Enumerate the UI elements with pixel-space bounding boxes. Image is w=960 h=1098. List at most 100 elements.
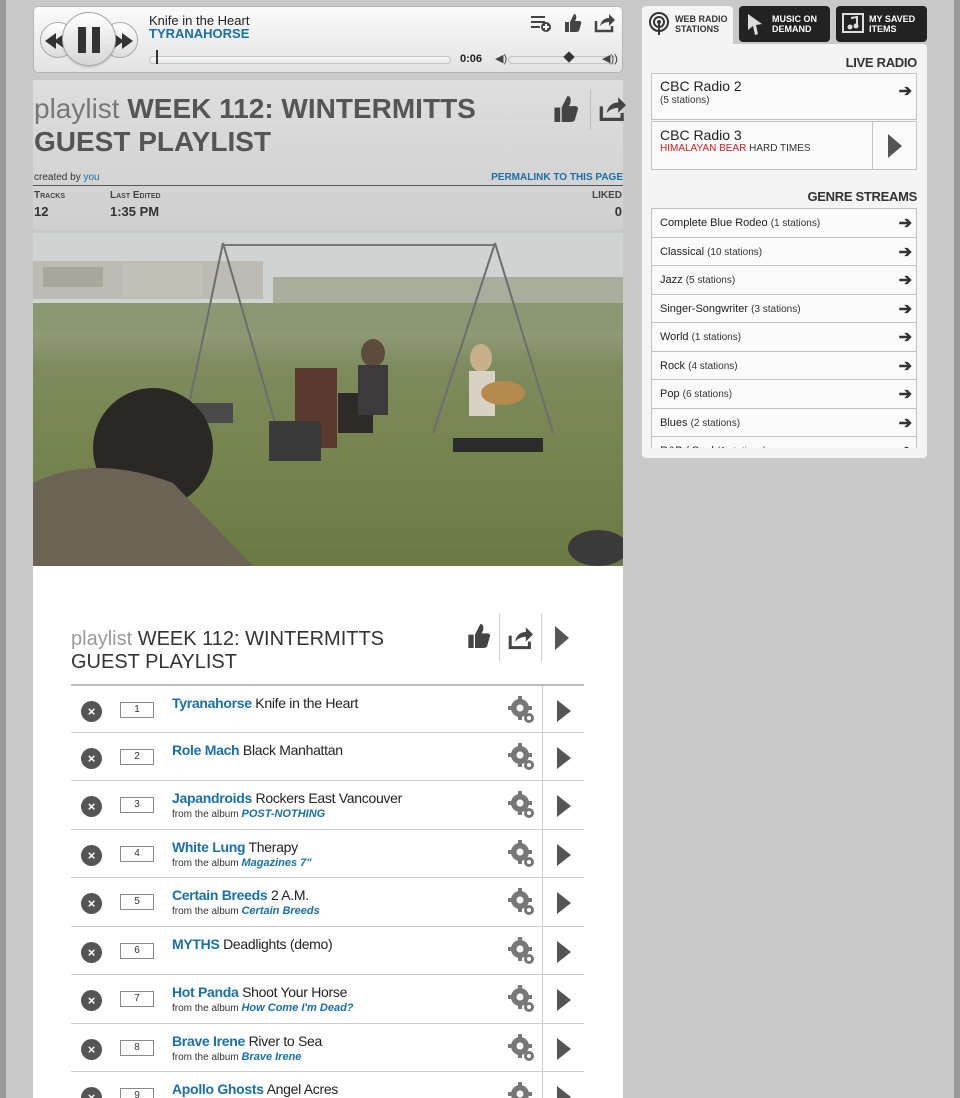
like-icon[interactable]	[467, 622, 491, 655]
arrow-right-icon[interactable]: ➔	[899, 242, 912, 262]
track-number-input[interactable]: 8	[120, 1039, 154, 1056]
track-row[interactable]: × 5 Certain Breeds 2 A.M. from the album…	[71, 878, 584, 927]
play-track-icon[interactable]	[555, 891, 573, 920]
artist-link[interactable]: Apollo Ghosts	[172, 1081, 264, 1097]
song-title[interactable]: Black Manhattan	[243, 742, 343, 758]
tab-web-radio[interactable]: WEB RADIO STATIONS	[642, 6, 733, 46]
song-title[interactable]: River to Sea	[249, 1033, 323, 1049]
station-cbc-radio-3[interactable]: CBC Radio 3 HIMALAYAN BEAR HARD TIMES	[651, 121, 917, 170]
play-track-icon[interactable]	[555, 1085, 573, 1098]
track-row[interactable]: × 3 Japandroids Rockers East Vancouver f…	[71, 781, 584, 830]
share-icon[interactable]	[598, 96, 628, 127]
artist-link[interactable]: Hot Panda	[172, 984, 239, 1000]
genre-stream-item[interactable]: Complete Blue Rodeo (1 stations) ➔	[651, 209, 917, 238]
genre-stream-item[interactable]: Singer-Songwriter (3 stations) ➔	[651, 294, 917, 323]
track-row[interactable]: × 7 Hot Panda Shoot Your Horse from the …	[71, 975, 584, 1024]
play-all-icon[interactable]	[553, 624, 571, 657]
now-playing-artist[interactable]: TYRANAHORSE	[149, 26, 249, 41]
genre-stream-item[interactable]: Jazz (5 stations) ➔	[651, 266, 917, 295]
play-track-icon[interactable]	[555, 1037, 573, 1066]
song-title[interactable]: Angel Acres	[267, 1081, 339, 1097]
track-options-gear-icon[interactable]	[508, 936, 536, 966]
remove-track-button[interactable]: ×	[81, 701, 102, 722]
genre-stream-item[interactable]: World (1 stations) ➔	[651, 323, 917, 352]
station-cbc-radio-2[interactable]: CBC Radio 2 (5 stations) ➔	[651, 73, 917, 120]
track-number-input[interactable]: 9	[120, 1088, 154, 1098]
song-title[interactable]: Deadlights (demo)	[223, 936, 333, 952]
track-options-gear-icon[interactable]	[508, 1081, 536, 1098]
remove-track-button[interactable]: ×	[81, 893, 102, 914]
tab-music-on-demand[interactable]: MUSIC ON DEMAND	[739, 6, 830, 42]
artist-link[interactable]: Brave Irene	[172, 1033, 245, 1049]
like-icon[interactable]	[558, 9, 588, 37]
play-track-icon[interactable]	[555, 746, 573, 775]
track-number-input[interactable]: 1	[120, 702, 154, 718]
volume-handle[interactable]	[563, 51, 575, 63]
play-track-icon[interactable]	[555, 794, 573, 823]
remove-track-button[interactable]: ×	[81, 1087, 102, 1098]
track-options-gear-icon[interactable]	[508, 984, 536, 1014]
track-options-gear-icon[interactable]	[508, 790, 536, 820]
track-row[interactable]: × 8 Brave Irene River to Sea from the al…	[71, 1023, 584, 1072]
track-number-input[interactable]: 7	[120, 991, 154, 1007]
album-link[interactable]: Magazines 7"	[241, 857, 311, 869]
artist-link[interactable]: Role Mach	[172, 742, 240, 758]
remove-track-button[interactable]: ×	[81, 1038, 102, 1060]
share-icon[interactable]	[590, 9, 620, 37]
artist-link[interactable]: Japandroids	[172, 790, 252, 806]
song-title[interactable]: 2 A.M.	[271, 887, 309, 903]
song-title[interactable]: Knife in the Heart	[255, 695, 358, 711]
track-options-gear-icon[interactable]	[508, 695, 536, 725]
share-icon[interactable]	[507, 626, 535, 655]
permalink-link[interactable]: PERMALINK TO THIS PAGE	[491, 172, 623, 183]
arrow-right-icon[interactable]: ➔	[899, 81, 912, 101]
album-link[interactable]: How Come I'm Dead?	[241, 1002, 353, 1014]
remove-track-button[interactable]: ×	[81, 990, 102, 1011]
track-number-input[interactable]: 5	[120, 894, 154, 910]
like-icon[interactable]	[553, 94, 579, 129]
track-options-gear-icon[interactable]	[508, 1033, 536, 1063]
arrow-right-icon[interactable]: ➔	[899, 441, 912, 448]
tab-my-saved-items[interactable]: MY SAVED ITEMS	[836, 6, 927, 42]
arrow-right-icon[interactable]: ➔	[899, 413, 912, 433]
arrow-right-icon[interactable]: ➔	[899, 384, 912, 404]
play-track-icon[interactable]	[555, 843, 573, 872]
track-number-input[interactable]: 4	[120, 845, 154, 862]
play-icon[interactable]	[886, 132, 904, 165]
track-number-input[interactable]: 6	[120, 942, 154, 959]
artist-link[interactable]: Certain Breeds	[172, 887, 268, 903]
play-track-icon[interactable]	[555, 699, 573, 728]
genre-stream-item[interactable]: Classical (10 stations) ➔	[651, 237, 917, 266]
song-title[interactable]: Shoot Your Horse	[242, 984, 347, 1000]
song-title[interactable]: Rockers East Vancouver	[256, 790, 403, 806]
arrow-right-icon[interactable]: ➔	[899, 356, 912, 376]
created-by-user[interactable]: you	[83, 172, 99, 183]
remove-track-button[interactable]: ×	[81, 796, 102, 817]
genre-stream-item[interactable]: Rock (4 stations) ➔	[651, 351, 917, 380]
arrow-right-icon[interactable]: ➔	[899, 270, 912, 290]
arrow-right-icon[interactable]: ➔	[899, 327, 912, 347]
remove-track-button[interactable]: ×	[81, 844, 102, 866]
album-link[interactable]: Certain Breeds	[241, 905, 319, 917]
song-title[interactable]: Therapy	[249, 839, 299, 855]
artist-link[interactable]: MYTHS	[172, 936, 220, 952]
track-options-gear-icon[interactable]	[508, 742, 536, 772]
artist-link[interactable]: Tyranahorse	[172, 695, 252, 711]
pause-button[interactable]	[62, 12, 116, 66]
track-row[interactable]: × 1 Tyranahorse Knife in the Heart	[71, 684, 584, 734]
progress-handle[interactable]	[156, 50, 158, 64]
track-row[interactable]: × 2 Role Mach Black Manhattan	[71, 732, 584, 781]
track-row[interactable]: × 4 White Lung Therapy from the album Ma…	[71, 829, 584, 878]
add-to-queue-icon[interactable]	[526, 9, 556, 37]
track-row[interactable]: × 6 MYTHS Deadlights (demo)	[71, 926, 584, 975]
album-link[interactable]: POST-NOTHING	[241, 808, 325, 820]
track-number-input[interactable]: 3	[120, 797, 154, 813]
track-options-gear-icon[interactable]	[508, 887, 536, 917]
track-options-gear-icon[interactable]	[508, 839, 536, 869]
arrow-right-icon[interactable]: ➔	[899, 213, 912, 233]
track-progress-bar[interactable]	[149, 50, 451, 64]
artist-link[interactable]: White Lung	[172, 839, 246, 855]
remove-track-button[interactable]: ×	[81, 747, 102, 769]
genre-stream-item[interactable]: R&B / Soul (1 stations) ➔	[651, 437, 917, 448]
album-link[interactable]: Brave Irene	[241, 1051, 301, 1063]
